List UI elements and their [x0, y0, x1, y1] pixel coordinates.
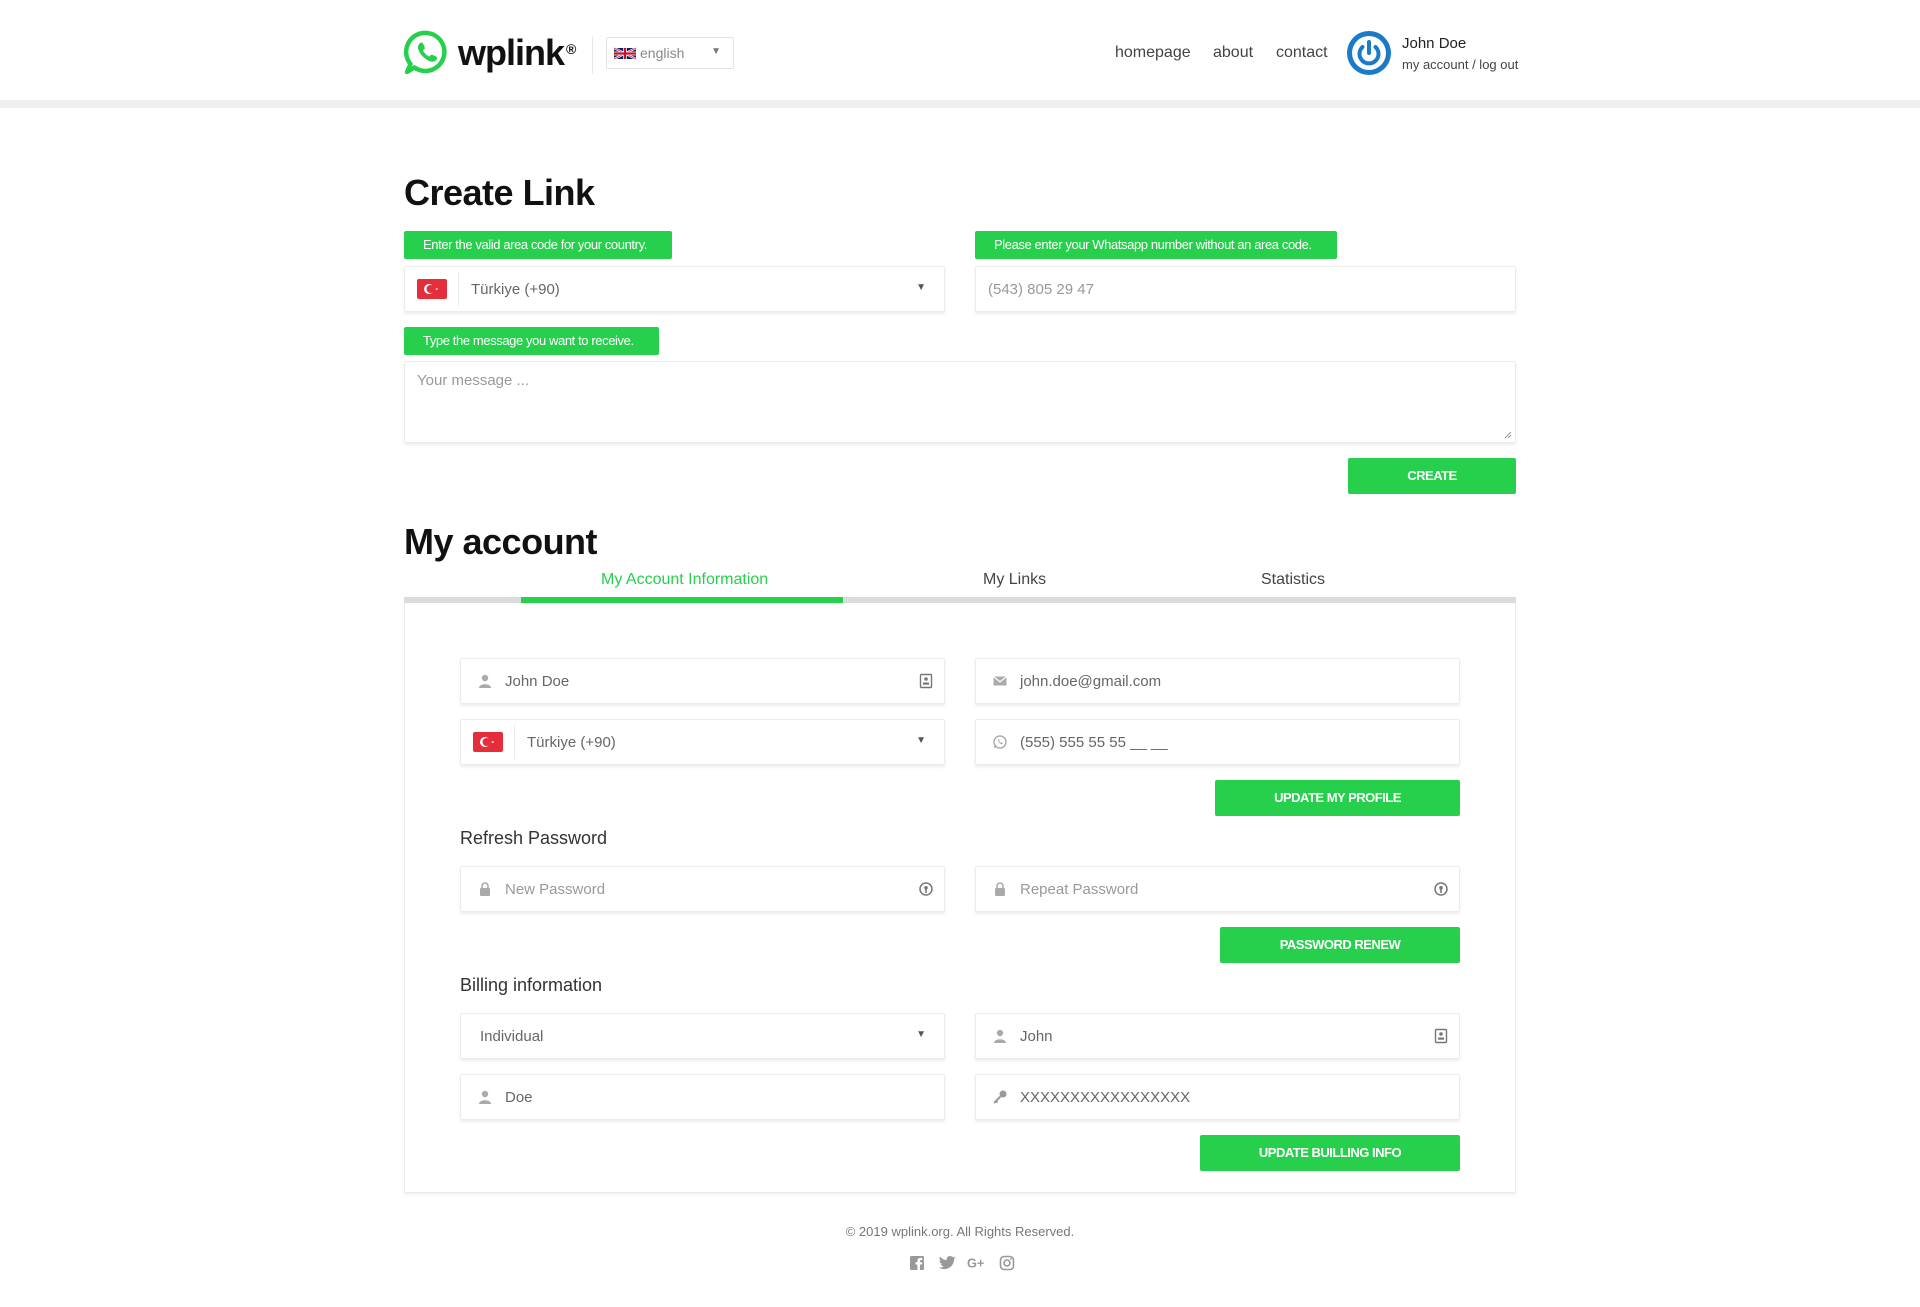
- envelope-icon: [993, 676, 1007, 686]
- nav-homepage[interactable]: homepage: [1115, 44, 1191, 62]
- password-renew-button[interactable]: PASSWORD RENEW: [1220, 927, 1460, 963]
- number-hint: Please enter your Whatsapp number withou…: [975, 231, 1337, 259]
- email-value: john.doe@gmail.com: [1020, 672, 1162, 690]
- message-textarea[interactable]: Your message ...: [404, 361, 1516, 443]
- chevron-down-icon: ▼: [711, 46, 721, 57]
- uk-flag-icon: [614, 46, 636, 60]
- update-profile-button[interactable]: UPDATE MY PROFILE: [1215, 780, 1460, 816]
- my-account-title: My account: [404, 521, 598, 562]
- billing-heading: Billing information: [460, 975, 603, 995]
- whatsapp-logo-icon: [404, 30, 447, 75]
- message-placeholder: Your message ...: [417, 372, 530, 389]
- phone-input[interactable]: (555) 555 55 55 __ __: [975, 719, 1460, 765]
- brand-name: wplink: [458, 32, 565, 73]
- create-button[interactable]: CREATE: [1348, 458, 1516, 494]
- user-name: John Doe: [1402, 35, 1467, 52]
- message-hint: Type the message you want to receive.: [404, 327, 659, 355]
- resize-handle-icon[interactable]: [1504, 431, 1512, 439]
- billing-type-value: Individual: [480, 1027, 544, 1045]
- facebook-icon[interactable]: [907, 1254, 927, 1272]
- field-separator: [458, 272, 459, 306]
- chevron-down-icon: ▼: [916, 282, 926, 293]
- turkey-flag-icon: [473, 732, 503, 752]
- social-links: G+: [902, 1254, 1022, 1272]
- google-plus-icon[interactable]: G+: [967, 1254, 987, 1272]
- tab-statistics[interactable]: Statistics: [1261, 571, 1325, 589]
- lock-icon: [480, 882, 490, 896]
- header-bottom-bar: [0, 100, 1920, 108]
- chevron-down-icon: ▼: [916, 1029, 926, 1040]
- instagram-icon[interactable]: [997, 1254, 1017, 1272]
- account-country-value: Türkiye (+90): [527, 733, 616, 751]
- user-icon: [994, 1029, 1006, 1043]
- repeat-password-input[interactable]: Repeat Password: [975, 866, 1460, 912]
- id-card-icon: [919, 673, 933, 689]
- new-password-placeholder: New Password: [505, 880, 606, 898]
- area-code-hint: Enter the valid area code for your count…: [404, 231, 672, 259]
- registered-mark: ®: [566, 41, 577, 57]
- country-code-select[interactable]: Türkiye (+90) ▼: [404, 266, 945, 312]
- language-select[interactable]: english ▼: [606, 37, 734, 69]
- nav-about[interactable]: about: [1213, 44, 1253, 62]
- tax-id-value: XXXXXXXXXXXXXXXXX: [1020, 1088, 1191, 1106]
- lock-icon: [995, 882, 1005, 896]
- number-placeholder: (543) 805 29 47: [988, 280, 1094, 298]
- whatsapp-number-input[interactable]: (543) 805 29 47: [975, 266, 1516, 312]
- account-country-select[interactable]: Türkiye (+90) ▼: [460, 719, 945, 765]
- country-code-value: Türkiye (+90): [471, 280, 560, 298]
- turkey-flag-icon: [417, 279, 447, 299]
- email-input[interactable]: john.doe@gmail.com: [975, 658, 1460, 704]
- whatsapp-icon: [993, 735, 1007, 749]
- field-separator: [514, 725, 515, 759]
- chevron-down-icon: ▼: [916, 735, 926, 746]
- nav-contact[interactable]: contact: [1276, 44, 1328, 62]
- phone-value: (555) 555 55 55 __ __: [1020, 733, 1168, 751]
- account-logout-link[interactable]: my account / log out: [1402, 57, 1518, 72]
- billing-first-name-value: John: [1020, 1027, 1053, 1045]
- create-link-title: Create Link: [404, 172, 595, 213]
- refresh-password-heading: Refresh Password: [460, 828, 608, 848]
- new-password-input[interactable]: New Password: [460, 866, 945, 912]
- full-name-value: John Doe: [505, 672, 570, 690]
- tax-id-input[interactable]: XXXXXXXXXXXXXXXXX: [975, 1074, 1460, 1120]
- user-icon: [479, 1090, 491, 1104]
- key-hole-icon[interactable]: [1433, 881, 1449, 897]
- repeat-password-placeholder: Repeat Password: [1020, 880, 1139, 898]
- user-icon: [479, 674, 491, 688]
- brand-logo[interactable]: wplink ®: [404, 30, 576, 76]
- full-name-input[interactable]: John Doe: [460, 658, 945, 704]
- billing-first-name-input[interactable]: John: [975, 1013, 1460, 1059]
- svg-text:G+: G+: [967, 1256, 984, 1271]
- header-divider: [592, 36, 593, 74]
- billing-last-name-input[interactable]: Doe: [460, 1074, 945, 1120]
- id-card-icon: [1434, 1028, 1448, 1044]
- tab-account-information[interactable]: My Account Information: [601, 571, 768, 589]
- copyright-text: © 2019 wplink.org. All Rights Reserved.: [845, 1224, 1075, 1239]
- power-user-icon[interactable]: [1346, 30, 1392, 76]
- twitter-icon[interactable]: [937, 1254, 957, 1272]
- billing-last-name-value: Doe: [505, 1088, 533, 1106]
- key-hole-icon[interactable]: [918, 881, 934, 897]
- language-label: english: [640, 45, 685, 61]
- update-billing-button[interactable]: UPDATE BUILLING INFO: [1200, 1135, 1460, 1171]
- billing-type-select[interactable]: Individual ▼: [460, 1013, 945, 1059]
- site-header: wplink ® english ▼ homepage about contac…: [0, 0, 1920, 100]
- tab-my-links[interactable]: My Links: [983, 571, 1046, 589]
- key-icon: [993, 1090, 1007, 1104]
